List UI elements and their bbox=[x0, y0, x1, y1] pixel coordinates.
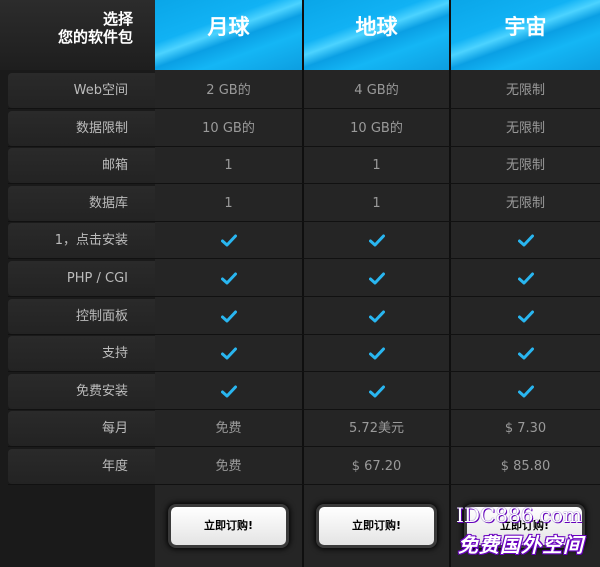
plan-value: 4 GB的 bbox=[354, 83, 399, 98]
plan-value: $ 85.80 bbox=[500, 459, 551, 474]
row-divider bbox=[8, 371, 600, 372]
row-divider bbox=[8, 296, 600, 297]
plan-value: 1 bbox=[372, 158, 381, 173]
checkmark-icon bbox=[304, 374, 449, 409]
plan-header-universe: 宇宙 bbox=[451, 0, 600, 70]
row-divider bbox=[8, 146, 600, 147]
checkmark-icon bbox=[155, 299, 302, 334]
plan-value: 1 bbox=[224, 196, 233, 211]
row-divider bbox=[8, 446, 600, 447]
order-button-moon[interactable]: 立即订购! bbox=[171, 507, 286, 545]
plan-value: 1 bbox=[372, 196, 381, 211]
row-divider bbox=[8, 484, 600, 485]
checkmark-icon bbox=[451, 374, 600, 409]
row-divider bbox=[8, 334, 600, 335]
row-divider bbox=[8, 221, 600, 222]
checkmark-icon bbox=[304, 336, 449, 371]
plan-value: 5.72美元 bbox=[349, 421, 404, 436]
checkmark-icon bbox=[451, 299, 600, 334]
row-label: 控制面板 bbox=[8, 299, 155, 334]
checkmark-icon bbox=[304, 261, 449, 296]
row-label: 每月 bbox=[8, 411, 155, 446]
watermark-url: IDC886.com bbox=[456, 503, 582, 527]
row-label: 年度 bbox=[8, 449, 155, 484]
row-divider bbox=[8, 108, 600, 109]
title-line-1: 选择 bbox=[102, 10, 133, 28]
plan-value: $ 7.30 bbox=[504, 421, 547, 436]
plan-value: 无限制 bbox=[505, 158, 545, 173]
checkmark-icon bbox=[155, 374, 302, 409]
row-label: 邮箱 bbox=[8, 148, 155, 183]
row-label: PHP / CGI bbox=[8, 261, 155, 296]
watermark-slogan: 免费国外空间 bbox=[458, 533, 584, 557]
plan-value: 10 GB的 bbox=[350, 121, 403, 136]
row-divider bbox=[8, 409, 600, 410]
plan-value: 免费 bbox=[215, 459, 242, 474]
plan-header-moon: 月球 bbox=[155, 0, 302, 70]
checkmark-icon bbox=[155, 336, 302, 371]
checkmark-icon bbox=[451, 223, 600, 258]
plan-value: 10 GB的 bbox=[202, 121, 255, 136]
row-label: 1，点击安装 bbox=[8, 223, 155, 258]
row-divider bbox=[8, 183, 600, 184]
checkmark-icon bbox=[304, 299, 449, 334]
checkmark-icon bbox=[451, 261, 600, 296]
table-title: 选择 您的软件包 bbox=[0, 0, 155, 70]
order-button-earth[interactable]: 立即订购! bbox=[319, 507, 434, 545]
checkmark-icon bbox=[451, 336, 600, 371]
row-label: 支持 bbox=[8, 336, 155, 371]
checkmark-icon bbox=[304, 223, 449, 258]
plan-value: 无限制 bbox=[505, 83, 545, 98]
row-label: 数据限制 bbox=[8, 111, 155, 146]
checkmark-icon bbox=[155, 223, 302, 258]
plan-value: $ 67.20 bbox=[351, 459, 402, 474]
plan-value: 无限制 bbox=[505, 196, 545, 211]
plan-value: 1 bbox=[224, 158, 233, 173]
checkmark-icon bbox=[155, 261, 302, 296]
row-label: Web空间 bbox=[8, 73, 155, 108]
watermark: IDC886.com 免费国外空间 bbox=[452, 503, 600, 563]
title-line-2: 您的软件包 bbox=[57, 28, 133, 46]
plan-value: 2 GB的 bbox=[206, 83, 251, 98]
plan-value: 免费 bbox=[215, 421, 242, 436]
row-label: 数据库 bbox=[8, 186, 155, 221]
plan-value: 无限制 bbox=[505, 121, 545, 136]
row-divider bbox=[8, 258, 600, 259]
plan-header-earth: 地球 bbox=[304, 0, 449, 70]
row-label: 免费安装 bbox=[8, 374, 155, 409]
